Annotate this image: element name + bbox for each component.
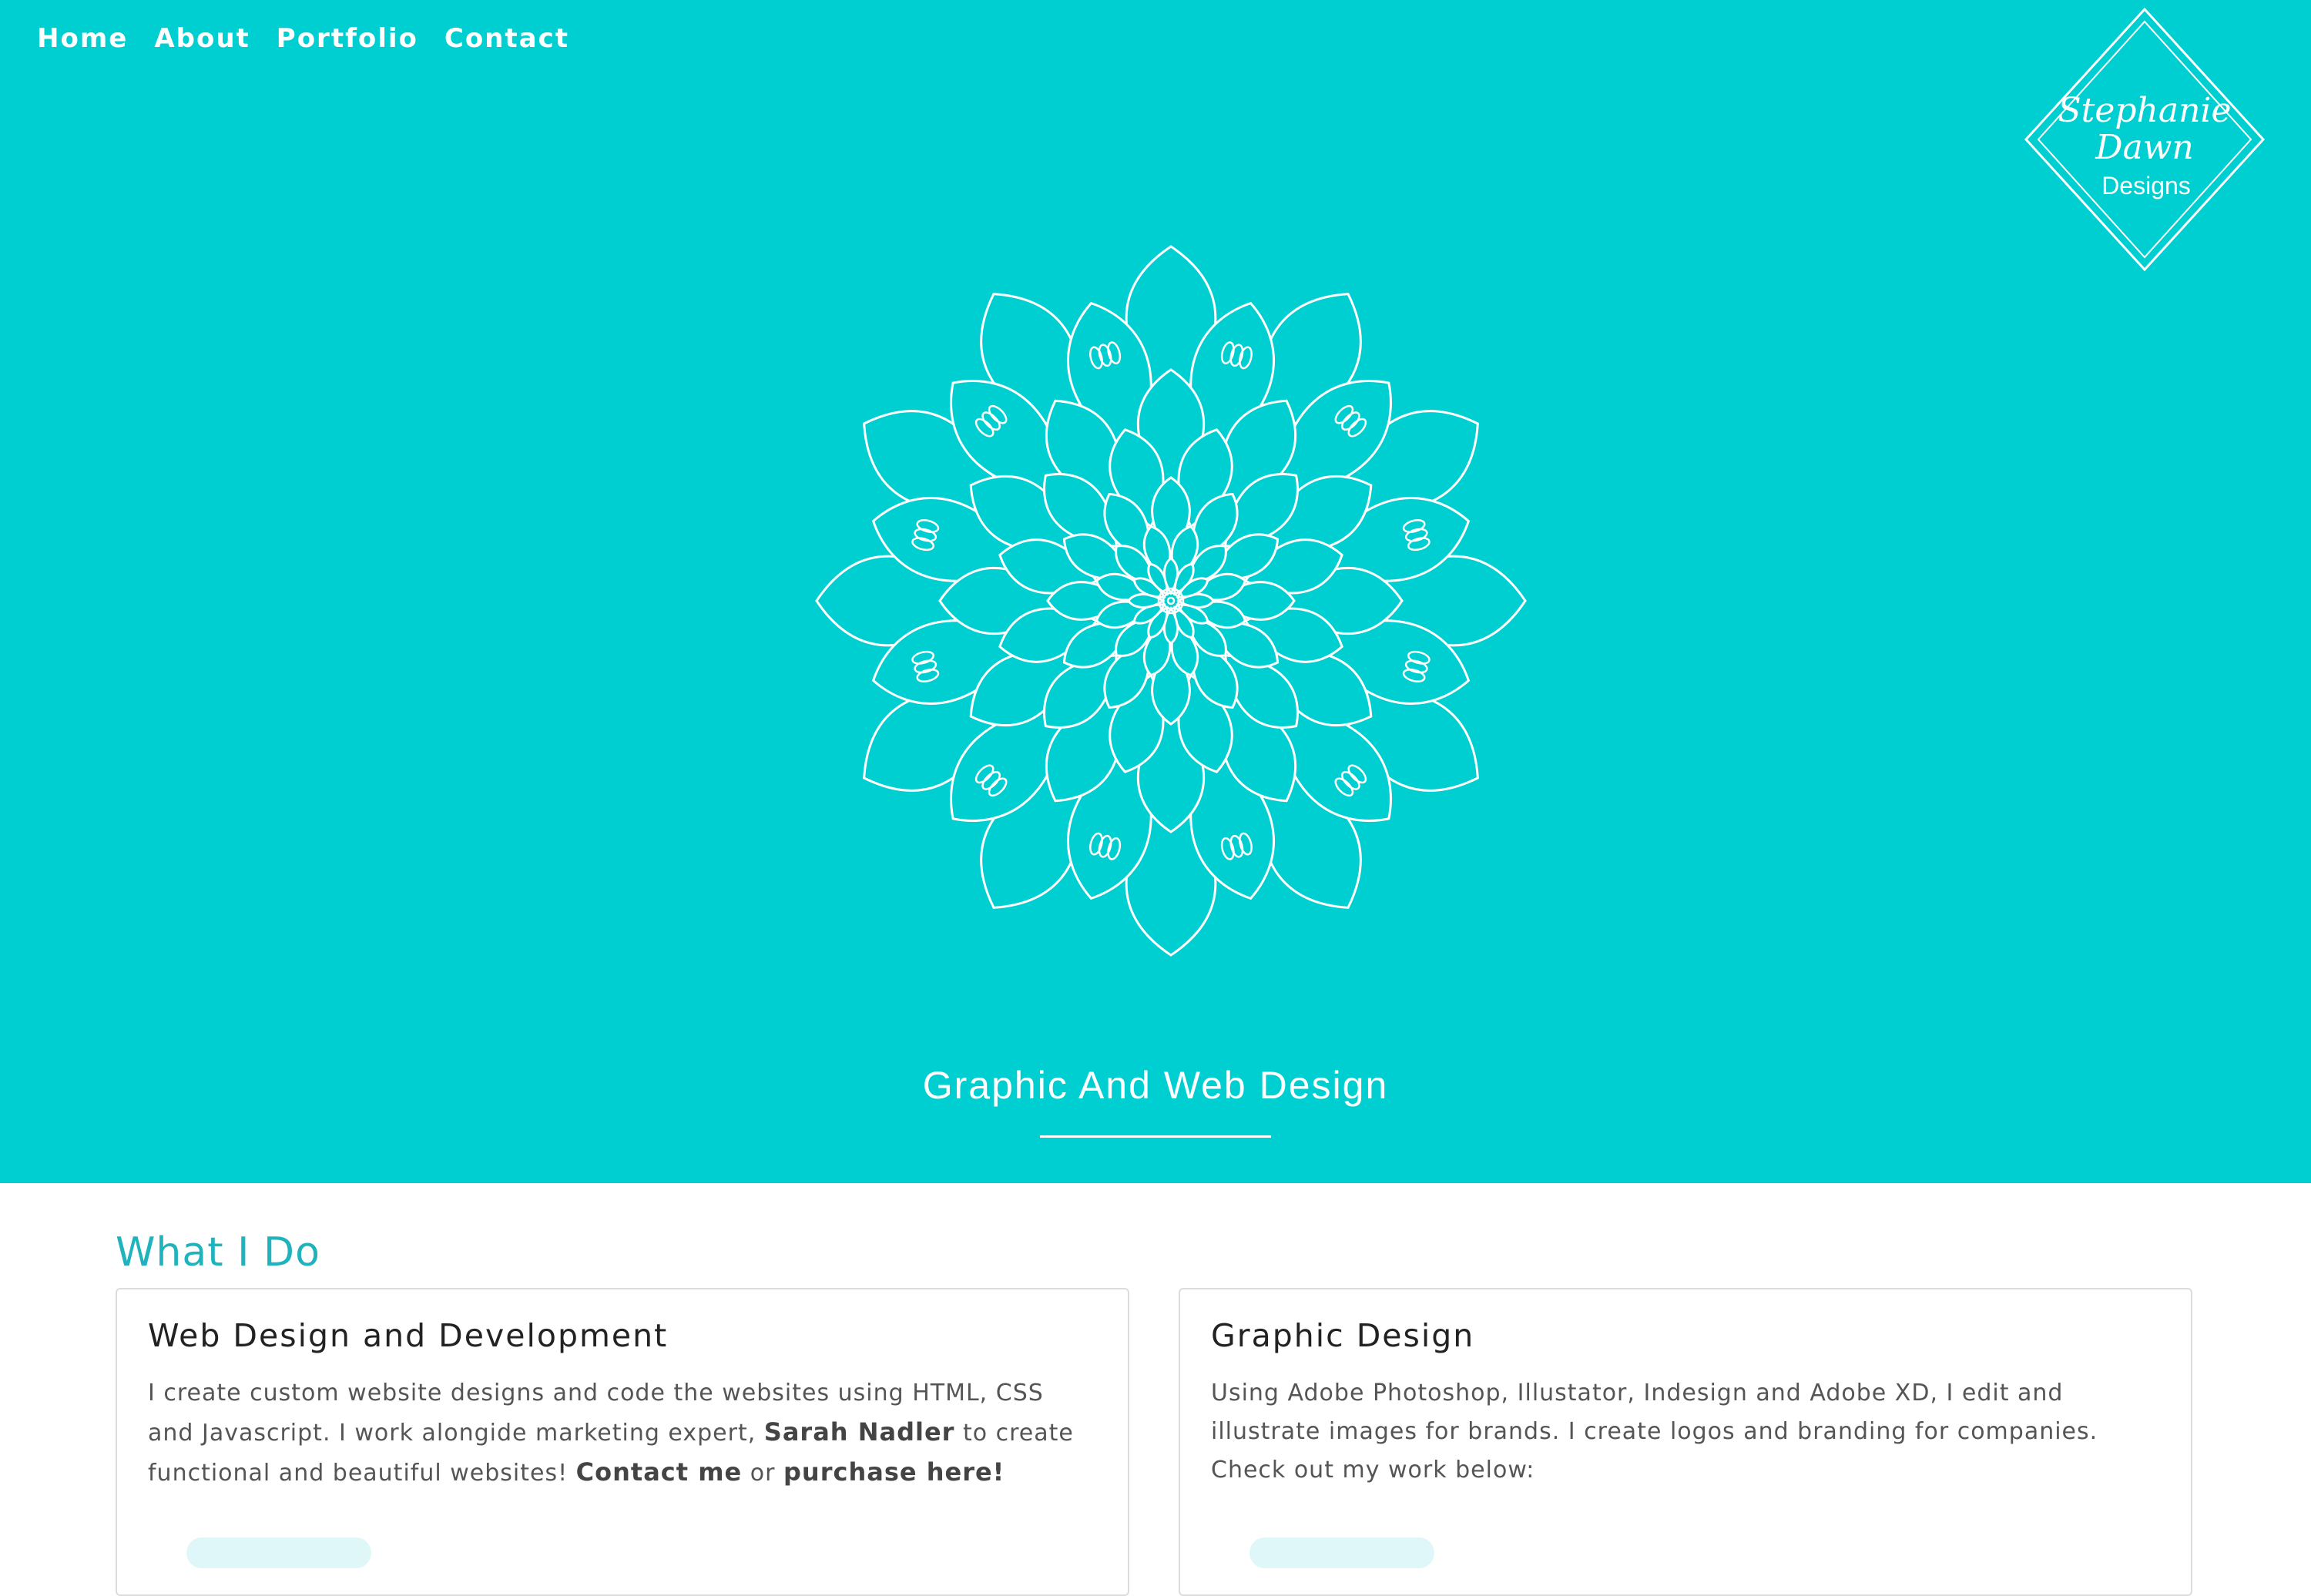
nav-about-link[interactable]: About <box>154 23 250 54</box>
logo-word-2: Dawn <box>2095 128 2194 167</box>
main-nav: Home About Portfolio Contact <box>37 23 569 54</box>
tagline-underline <box>1040 1135 1271 1138</box>
contact-me-link[interactable]: Contact me <box>576 1457 743 1487</box>
logo-word-1: Stephanie <box>2058 91 2231 130</box>
brand-logo[interactable]: Stephanie Dawn Designs <box>2023 6 2266 273</box>
nav-portfolio-link[interactable]: Portfolio <box>277 23 418 54</box>
purchase-here-link[interactable]: purchase here! <box>783 1457 1005 1487</box>
hero-banner: Home About Portfolio Contact Stephanie D… <box>0 0 2311 1183</box>
service-card-graphic: Graphic Design Using Adobe Photoshop, Il… <box>1179 1288 2192 1596</box>
section-title: What I Do <box>116 1229 320 1276</box>
card-button[interactable] <box>186 1537 371 1568</box>
nav-contact-link[interactable]: Contact <box>444 23 569 54</box>
sarah-nadler-link[interactable]: Sarah Nadler <box>764 1417 955 1447</box>
mandala-flower-icon <box>809 239 1533 963</box>
card-text: Using Adobe Photoshop, Illustator, Indes… <box>1211 1380 2098 1445</box>
diamond-logo-icon: Stephanie Dawn Designs <box>2024 7 2266 272</box>
card-button[interactable] <box>1249 1537 1434 1568</box>
card-text: Check out my work below: <box>1211 1457 1535 1484</box>
card-description: Using Adobe Photoshop, Illustator, Indes… <box>1211 1374 2158 1490</box>
card-text: or <box>742 1460 783 1487</box>
logo-word-3: Designs <box>2101 172 2191 200</box>
hero-tagline: Graphic And Web Design <box>922 1064 1389 1107</box>
card-description: I create custom website designs and code… <box>148 1374 1095 1493</box>
nav-home-link[interactable]: Home <box>37 23 128 54</box>
service-card-web: Web Design and Development I create cust… <box>116 1288 1129 1596</box>
card-title: Graphic Design <box>1211 1317 1475 1354</box>
card-title: Web Design and Development <box>148 1317 669 1354</box>
